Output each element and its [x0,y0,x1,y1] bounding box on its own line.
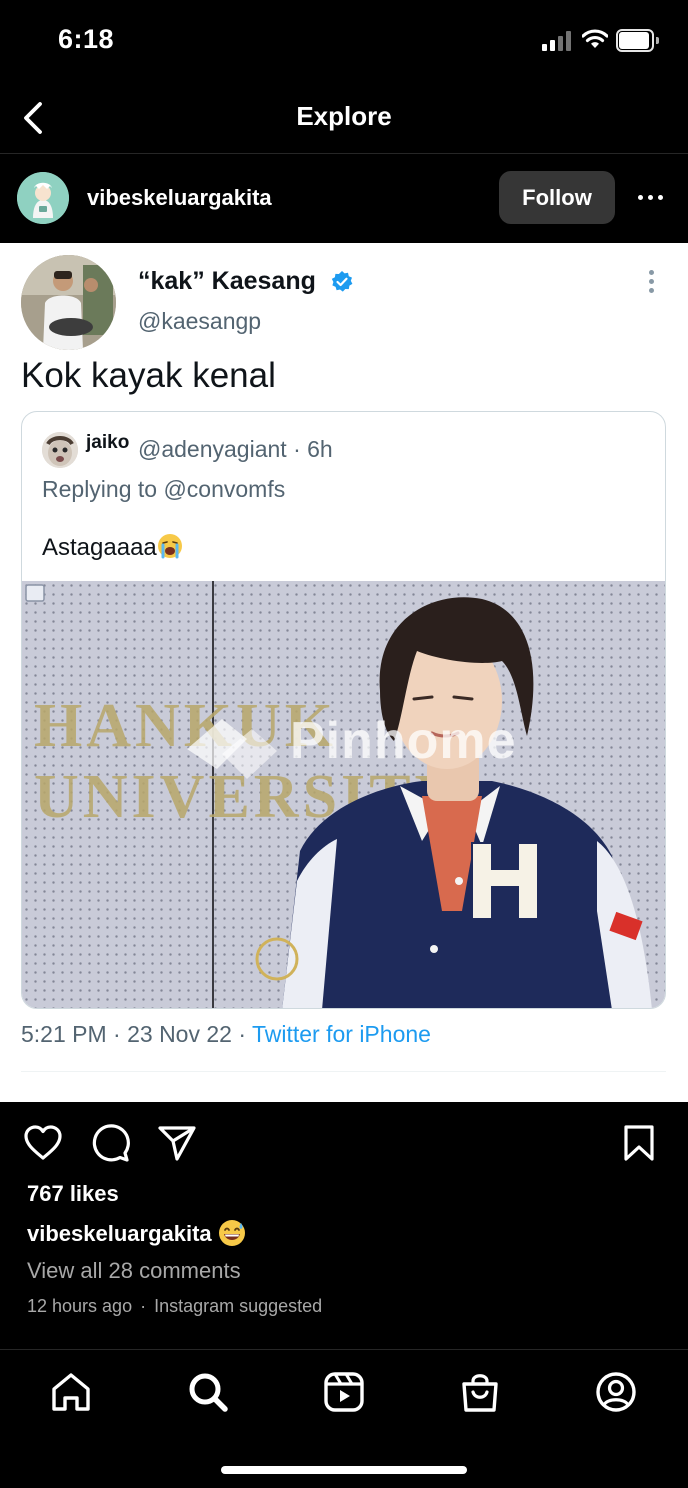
quote-text: Astagaaaa [42,534,157,561]
quote-avatar [42,432,78,468]
post-time-ago: 12 hours ago [27,1296,133,1316]
loudly-crying-face-icon [157,534,182,559]
meta-separator: · [140,1296,147,1316]
grinning-face-with-sweat-icon [218,1220,245,1246]
quote-handle-time: @adenyagiant · 6h [138,436,333,462]
tweet-text: Kok kayak kenal [21,356,276,395]
heart-icon[interactable] [22,1122,64,1164]
tweet-author-name: “kak” Kaesang [138,267,316,295]
home-icon[interactable] [49,1370,93,1414]
bookmark-icon[interactable] [618,1122,660,1164]
tweet-avatar-photo [21,255,116,350]
search-icon[interactable] [186,1370,230,1414]
wifi-icon [582,29,608,48]
reels-icon[interactable] [322,1370,366,1414]
tweet-author-handle: @kaesangp [138,308,262,334]
tweet-footer: 5:21 PM · 23 Nov 22 · Twitter for iPhone [21,1021,431,1048]
post-header: vibeskeluargakita Follow [0,155,688,243]
avatar-illustration [17,172,69,224]
quote-author-name: jaiko [86,432,130,453]
bottom-nav [0,1349,688,1488]
caption-username[interactable]: vibeskeluargakita [27,1221,212,1246]
comment-icon[interactable] [89,1122,131,1164]
view-comments-link[interactable]: View all 28 comments [27,1258,241,1284]
page-title: Explore [296,101,392,131]
verified-badge-icon [331,271,353,292]
post-action-bar [0,1102,688,1182]
quote-replying-to: Replying to @convomfs [42,476,286,502]
send-icon[interactable] [156,1122,198,1164]
nav-header: Explore [0,84,688,154]
post-username[interactable]: vibeskeluargakita [87,185,272,211]
tweet-more-icon [648,269,656,293]
post-image[interactable]: “kak” Kaesang @kaesangp Kok kayak kenal … [0,243,688,1102]
home-indicator[interactable] [221,1466,467,1474]
tweet-source: Twitter for iPhone [251,1021,431,1047]
suggested-label: Instagram suggested [154,1296,323,1316]
watermark-text: Pinhome [290,712,517,770]
battery-icon [616,29,659,52]
quote-avatar-face [42,432,78,468]
tweet-avatar [21,255,116,350]
cellular-signal-icon [542,31,574,51]
divider [21,1071,666,1072]
quote-text-wrap: Astagaaaa [42,533,183,562]
tweet-timestamp: 5:21 PM · 23 Nov 22 · [21,1021,252,1047]
avatar[interactable] [17,172,69,224]
likes-count[interactable]: 767 likes [27,1181,119,1207]
person-illustration [25,584,652,1008]
shop-icon[interactable] [458,1370,502,1414]
status-bar: 6:18 [0,0,688,84]
follow-button[interactable]: Follow [499,171,615,224]
quoted-tweet: jaiko @adenyagiant · 6h Replying to @con… [21,411,666,1009]
post-meta: 12 hours ago · Instagram suggested [27,1296,322,1317]
status-time: 6:18 [58,24,115,54]
caption: vibeskeluargakita [27,1219,246,1247]
more-horizontal-icon[interactable] [636,185,666,209]
quote-photo: HANKUK UNIVERSITY Pinhome [22,581,665,1008]
watermark-logo-icon [187,719,277,779]
profile-icon[interactable] [594,1370,638,1414]
